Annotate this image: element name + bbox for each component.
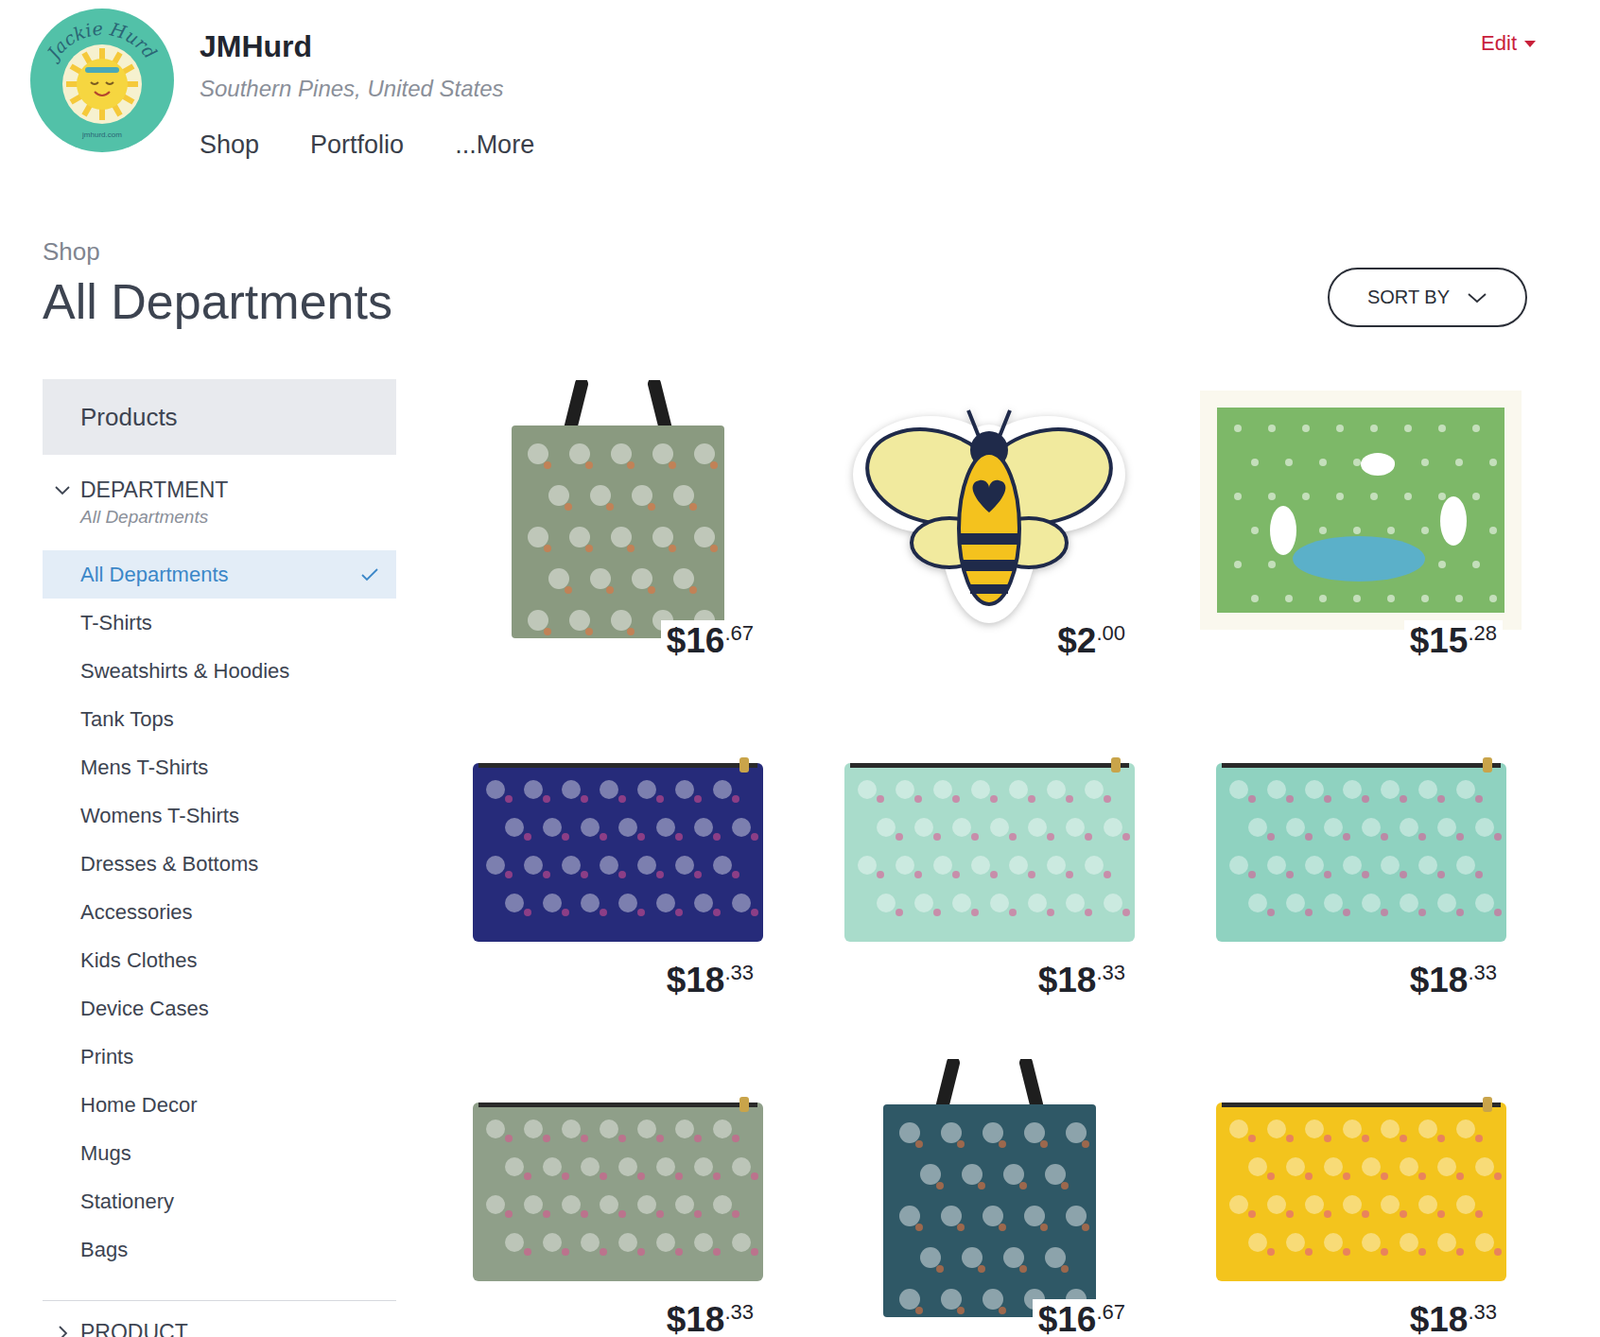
product-price: $2.00 — [1051, 620, 1131, 662]
product-price: $15.28 — [1404, 620, 1503, 662]
sidebar-item[interactable]: Mugs — [42, 1129, 397, 1178]
zipper-pouch-icon — [472, 1096, 764, 1282]
product-image[interactable] — [447, 372, 788, 647]
chevron-down-icon — [1466, 291, 1488, 305]
product-card[interactable]: $18.33 — [818, 712, 1160, 1052]
product-image[interactable] — [818, 372, 1160, 647]
product-price: $16.67 — [1032, 1299, 1131, 1337]
tote-bag-icon — [883, 1059, 1096, 1320]
sidebar-item[interactable]: Stationery — [42, 1177, 397, 1226]
product-card[interactable]: $18.33 — [447, 712, 788, 1052]
product-card[interactable]: $18.33 — [1190, 1051, 1531, 1337]
product-card[interactable]: $2.00 — [818, 372, 1160, 713]
sidebar-item[interactable]: Kids Clothes — [42, 936, 397, 985]
department-label: DEPARTMENT — [80, 477, 228, 504]
product-price: $18.33 — [1404, 959, 1503, 1002]
logo-subtext: jmhurd.com — [81, 130, 122, 140]
zipper-pouch-icon — [1216, 1096, 1507, 1282]
page-title: All Departments — [42, 272, 393, 331]
product-filter[interactable]: PRODUCT — [42, 1301, 397, 1337]
product-price: $18.33 — [1404, 1299, 1503, 1337]
checkmark-icon — [360, 567, 380, 583]
product-price: $18.33 — [660, 959, 760, 1002]
sort-button[interactable]: SORT BY — [1327, 267, 1528, 328]
product-price: $16.67 — [660, 620, 760, 662]
breadcrumb[interactable]: Shop — [42, 237, 393, 267]
sidebar-divider — [42, 1300, 397, 1302]
sidebar-item[interactable]: Prints — [42, 1032, 397, 1081]
product-image[interactable] — [447, 1051, 788, 1326]
department-filter[interactable]: DEPARTMENT All Departments — [42, 454, 397, 528]
sidebar-item[interactable]: Sweatshirts & Hoodies — [42, 646, 397, 696]
sidebar-item[interactable]: Accessories — [42, 887, 397, 937]
product-filter-label: PRODUCT — [80, 1320, 189, 1337]
sidebar-item[interactable]: T-Shirts — [42, 598, 397, 647]
department-value: All Departments — [80, 506, 228, 528]
shop-logo-icon[interactable]: Jackie Hurd jmhurd.com — [30, 8, 174, 153]
zipper-pouch-icon — [472, 757, 764, 942]
product-image[interactable] — [818, 1051, 1160, 1326]
product-card[interactable]: $15.28 — [1190, 372, 1531, 713]
product-image[interactable] — [1190, 712, 1531, 987]
shop-location: Southern Pines, United States — [199, 75, 1456, 103]
shop-header: Jackie Hurd jmhurd.com JMHurd Southern Pi… — [0, 0, 1600, 160]
sidebar: Products DEPARTMENT All Departments All … — [42, 372, 397, 1337]
product-grid: $16.67 $2.00 $15.28 $18.33 $18.33 $18.33… — [447, 372, 1531, 1337]
sidebar-item[interactable]: Device Cases — [42, 984, 397, 1033]
sidebar-item[interactable]: All Departments — [42, 550, 397, 599]
nav-item[interactable]: Shop — [199, 130, 260, 160]
product-image[interactable] — [1190, 372, 1531, 647]
sidebar-item[interactable]: Tank Tops — [42, 695, 397, 744]
edit-label[interactable]: Edit — [1480, 31, 1517, 56]
sidebar-item[interactable]: Mens T-Shirts — [42, 743, 397, 792]
sidebar-item[interactable]: Bags — [42, 1225, 397, 1274]
product-price: $18.33 — [660, 1299, 760, 1337]
shop-info: JMHurd Southern Pines, United States Sho… — [199, 8, 1456, 160]
product-image[interactable] — [447, 712, 788, 987]
shop-nav: Shop Portfolio ...More — [199, 130, 1456, 160]
art-print-icon — [1200, 390, 1522, 630]
product-card[interactable]: $16.67 — [447, 372, 788, 713]
nav-item[interactable]: Portfolio — [310, 130, 404, 160]
edit-menu[interactable]: Edit — [1480, 31, 1536, 56]
product-price: $18.33 — [1032, 959, 1131, 1002]
shop-page: Jackie Hurd jmhurd.com JMHurd Southern Pi… — [0, 0, 1600, 1337]
sidebar-item[interactable]: Home Decor — [42, 1080, 397, 1130]
sidebar-item[interactable]: Dresses & Bottoms — [42, 839, 397, 888]
chevron-down-icon — [53, 481, 71, 499]
logo-text: Jackie Hurd — [40, 17, 161, 67]
product-card[interactable]: $18.33 — [1190, 712, 1531, 1052]
product-image[interactable] — [818, 712, 1160, 987]
title-section: Shop All Departments SORT BY — [0, 237, 1600, 331]
product-image[interactable] — [1190, 1051, 1531, 1326]
caret-down-icon — [1524, 40, 1536, 48]
product-card[interactable]: $16.67 — [818, 1051, 1160, 1337]
zipper-pouch-icon — [1216, 757, 1507, 942]
product-card[interactable]: $18.33 — [447, 1051, 788, 1337]
shop-name: JMHurd — [199, 29, 1456, 65]
main-area: Products DEPARTMENT All Departments All … — [0, 372, 1600, 1337]
tote-bag-icon — [511, 380, 725, 641]
nav-item[interactable]: ...More — [454, 130, 535, 160]
zipper-pouch-icon — [844, 757, 1135, 942]
chevron-right-icon — [53, 1324, 71, 1337]
sidebar-item[interactable]: Womens T-Shirts — [42, 791, 397, 840]
sidebar-header: Products — [42, 379, 397, 455]
bee-sticker-icon — [847, 391, 1131, 628]
department-list: All Departments T-Shirts Sweatshirts & H… — [42, 550, 397, 1274]
